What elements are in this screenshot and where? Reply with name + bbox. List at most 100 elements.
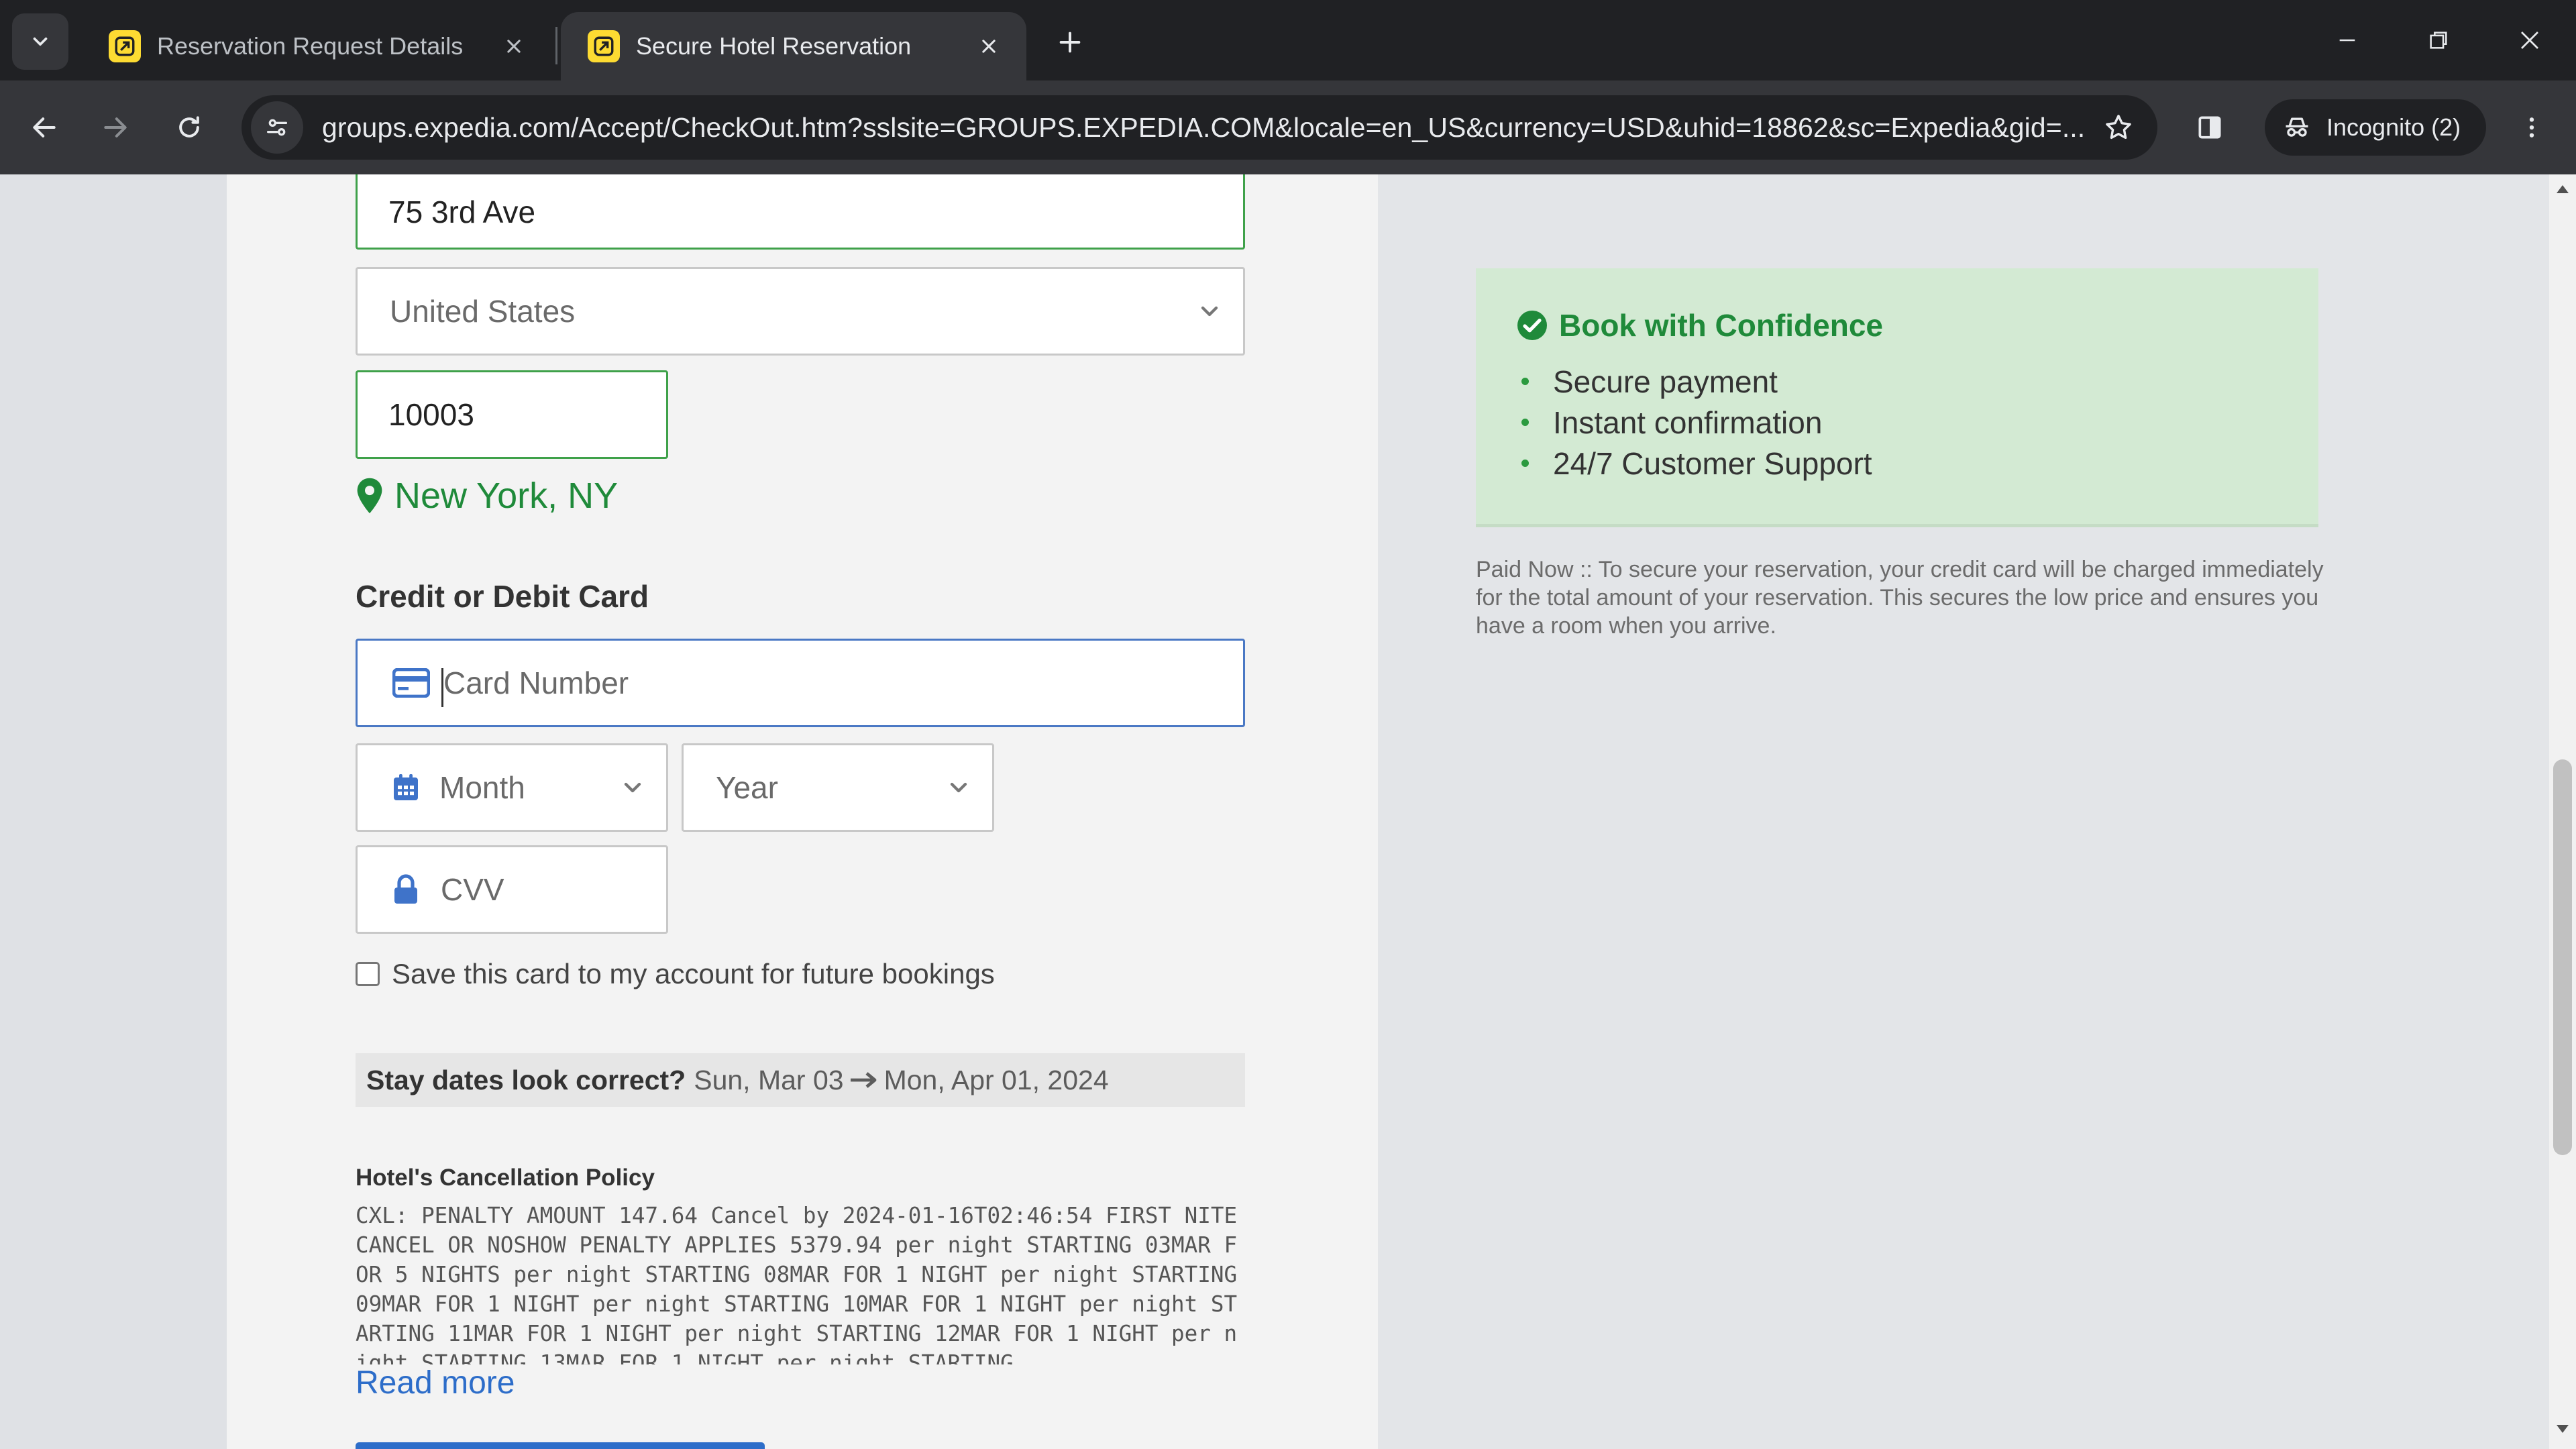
bullet-icon (1521, 419, 1529, 426)
chevron-down-icon (624, 782, 641, 793)
stay-dates-range: Sun, Mar 03 Mon, Apr 01, 2024 (694, 1065, 1108, 1096)
tune-icon (267, 119, 287, 136)
more-vertical-icon (2529, 117, 2534, 138)
save-card-checkbox[interactable] (356, 962, 380, 986)
expedia-favicon-icon (109, 30, 141, 62)
bullet-icon (1521, 378, 1529, 385)
cvv-input[interactable]: CVV (356, 845, 668, 934)
map-pin-icon (357, 478, 382, 514)
browser-toolbar: groups.expedia.com/Accept/CheckOut.htm?s… (0, 80, 2576, 174)
stay-dates-confirmation: Stay dates look correct? Sun, Mar 03 Mon… (356, 1053, 1245, 1107)
cvv-placeholder: CVV (441, 872, 504, 907)
arrow-right-icon (850, 1072, 876, 1088)
calendar-icon (392, 773, 419, 802)
zip-code-value: 10003 (388, 397, 474, 432)
stay-dates-question: Stay dates look correct? (366, 1064, 686, 1095)
plus-icon (1059, 32, 1081, 53)
address-bar[interactable]: groups.expedia.com/Accept/CheckOut.htm?s… (241, 95, 2157, 160)
check-circle-icon (1517, 311, 1547, 340)
cancellation-policy-text: CXL: PENALTY AMOUNT 147.64 Cancel by 202… (356, 1203, 1238, 1364)
incognito-profile-button[interactable]: Incognito (2) (2265, 99, 2486, 156)
page-scrollbar[interactable] (2549, 174, 2576, 1449)
read-more-link[interactable]: Read more (356, 1364, 515, 1401)
city-state-indicator: New York, NY (356, 475, 618, 517)
minimize-icon (2339, 39, 2355, 42)
close-icon[interactable] (499, 32, 529, 61)
card-number-input[interactable]: Card Number (356, 639, 1245, 727)
paid-now-note: Paid Now :: To secure your reservation, … (1476, 557, 2324, 639)
star-icon (2106, 115, 2131, 140)
chevron-down-icon (950, 782, 967, 793)
benefit-text: Instant confirmation (1553, 405, 1823, 440)
triangle-up-icon (2557, 185, 2569, 193)
scroll-down-button[interactable] (2549, 1424, 2576, 1444)
side-panel-icon (2198, 116, 2221, 139)
country-value: United States (390, 294, 576, 329)
page-viewport: 75 3rd Ave United States 10003 New York,… (0, 174, 2549, 1449)
restore-icon (2430, 32, 2447, 49)
credit-card-icon (392, 668, 430, 698)
forward-button[interactable] (87, 99, 144, 156)
reload-icon (179, 116, 199, 138)
new-tab-button[interactable] (1046, 19, 1093, 66)
arrow-left-icon (33, 117, 56, 138)
bullet-icon (1521, 460, 1529, 467)
card-number-placeholder: Card Number (443, 665, 629, 700)
save-card-label[interactable]: Save this card to my account for future … (392, 958, 995, 990)
lock-icon (392, 874, 419, 905)
confidence-heading: Book with Confidence (1516, 307, 1883, 343)
browser-tab-bar: Reservation Request Details Secure Hotel… (0, 0, 2576, 80)
chevron-down-icon (1201, 306, 1218, 317)
tab-search-button[interactable] (12, 13, 68, 70)
site-info-button[interactable] (251, 101, 303, 154)
side-panel-button[interactable] (2182, 99, 2238, 156)
street-address-input[interactable]: 75 3rd Ave (356, 174, 1245, 250)
incognito-label: Incognito (2) (2326, 113, 2461, 141)
city-state-text: New York, NY (394, 476, 619, 516)
tab-secure-hotel-reservation[interactable]: Secure Hotel Reservation (561, 12, 1026, 80)
list-item: Instant confirmation (1521, 402, 1872, 443)
close-icon (2521, 32, 2538, 49)
scroll-up-button[interactable] (2549, 184, 2576, 204)
list-item: Secure payment (1521, 361, 1872, 402)
triangle-down-icon (2557, 1425, 2569, 1433)
incognito-icon (2286, 117, 2308, 137)
restore-button[interactable] (2408, 13, 2469, 67)
tab-divider (555, 27, 557, 64)
benefit-text: Secure payment (1553, 364, 1778, 399)
tab-title: Reservation Request Details (157, 32, 464, 60)
arrow-right-icon (104, 117, 127, 138)
back-button[interactable] (16, 99, 72, 156)
benefit-text: 24/7 Customer Support (1553, 445, 1872, 481)
confidence-heading-text: Book with Confidence (1559, 308, 1883, 343)
expiry-month-select[interactable]: Month (356, 743, 668, 832)
reload-button[interactable] (161, 99, 217, 156)
tab-reservation-request-details[interactable]: Reservation Request Details (82, 12, 551, 80)
expiry-year-placeholder: Year (716, 770, 778, 805)
check-out-date: Mon, Apr 01, 2024 (883, 1064, 1109, 1095)
street-address-value: 75 3rd Ave (388, 195, 536, 229)
confidence-benefits-list: Secure payment Instant confirmation 24/7… (1521, 361, 1872, 484)
minimize-button[interactable] (2317, 13, 2377, 67)
browser-menu-button[interactable] (2504, 99, 2560, 156)
close-icon[interactable] (974, 32, 1004, 61)
book-with-confidence-panel: Book with Confidence Secure payment Inst… (1476, 268, 2318, 527)
expedia-favicon-icon (588, 30, 620, 62)
list-item: 24/7 Customer Support (1521, 443, 1872, 484)
scrollbar-thumb[interactable] (2553, 759, 2572, 1155)
url-text[interactable]: groups.expedia.com/Accept/CheckOut.htm?s… (322, 112, 2092, 144)
chevron-down-icon (33, 37, 48, 46)
tab-title: Secure Hotel Reservation (636, 32, 912, 60)
bookmark-star-button[interactable] (2092, 101, 2145, 154)
submit-button-edge[interactable] (356, 1442, 765, 1449)
save-card-option[interactable]: Save this card to my account for future … (356, 958, 995, 990)
credit-card-section-title: Credit or Debit Card (356, 579, 649, 614)
text-cursor (441, 668, 443, 707)
cancellation-policy-title: Hotel's Cancellation Policy (356, 1165, 655, 1191)
expiry-year-select[interactable]: Year (682, 743, 994, 832)
country-select[interactable]: United States (356, 267, 1245, 356)
zip-code-input[interactable]: 10003 (356, 370, 668, 459)
check-in-date: Sun, Mar 03 (694, 1064, 844, 1095)
close-window-button[interactable] (2500, 13, 2560, 67)
expiry-month-placeholder: Month (439, 770, 525, 805)
